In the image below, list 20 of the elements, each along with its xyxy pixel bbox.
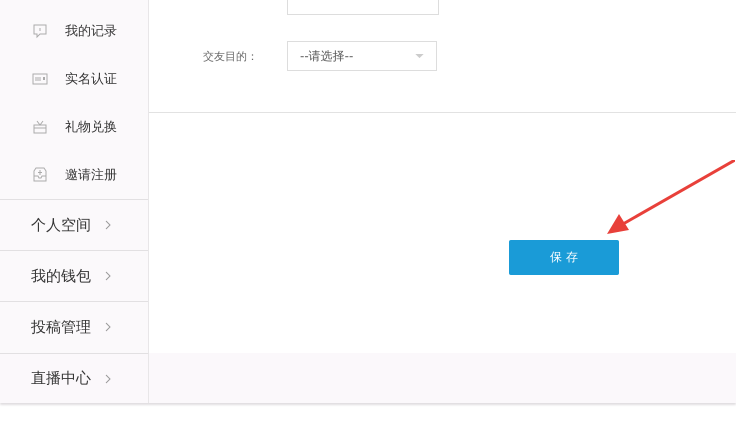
sidebar-section[interactable]: 个人空间 bbox=[0, 199, 148, 250]
sidebar-item[interactable]: 我的记录 bbox=[0, 7, 148, 55]
sidebar-item[interactable]: 实名认证 bbox=[0, 55, 148, 103]
speech-bubble-icon bbox=[32, 23, 48, 39]
inbox-icon bbox=[32, 167, 48, 183]
sidebar-section[interactable]: 直播中心 bbox=[0, 353, 149, 403]
chevron-right-icon bbox=[105, 374, 111, 384]
sidebar-item[interactable]: 礼物兑换 bbox=[0, 103, 148, 151]
caret-icon bbox=[415, 54, 424, 58]
select-field[interactable] bbox=[287, 0, 439, 15]
select-field[interactable]: --请选择-- bbox=[287, 41, 437, 71]
chevron-right-icon bbox=[105, 322, 111, 332]
sidebar-section[interactable]: 投稿管理 bbox=[0, 301, 148, 352]
chevron-right-icon bbox=[105, 271, 111, 281]
sidebar-item[interactable]: 邀请注册 bbox=[0, 151, 148, 199]
sidebar-section[interactable]: 我的钱包 bbox=[0, 250, 148, 301]
id-card-icon bbox=[32, 71, 48, 87]
field-label: 交友目的： bbox=[202, 48, 259, 64]
chevron-right-icon bbox=[105, 220, 111, 230]
gift-box-icon bbox=[32, 119, 48, 135]
